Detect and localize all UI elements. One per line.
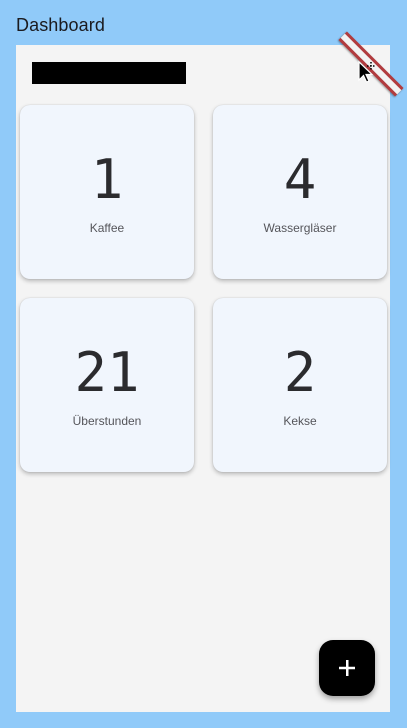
counter-card-ueberstunden[interactable]: 21 Überstunden	[20, 298, 194, 472]
add-button[interactable]	[319, 640, 375, 696]
cursor-icon	[358, 60, 375, 83]
counter-value: 2	[283, 341, 317, 404]
counter-card-kekse[interactable]: 2 Kekse	[213, 298, 387, 472]
dashboard-content: 1 Kaffee 4 Wassergläser 21 Überstunden 2…	[16, 45, 390, 712]
counter-label: Überstunden	[72, 414, 142, 428]
plus-icon	[339, 660, 355, 676]
counter-label: Wassergläser	[263, 221, 337, 235]
counter-card-wasserglaeser[interactable]: 4 Wassergläser	[213, 105, 387, 279]
counter-value: 4	[283, 148, 317, 211]
counter-value: 1	[90, 148, 124, 211]
counter-value: 21	[74, 341, 140, 404]
counter-label: Kekse	[283, 414, 317, 428]
page-title: Dashboard	[16, 15, 105, 35]
counter-card-kaffee[interactable]: 1 Kaffee	[20, 105, 194, 279]
counter-label: Kaffee	[89, 221, 125, 235]
redacted-text-bar	[32, 62, 186, 84]
